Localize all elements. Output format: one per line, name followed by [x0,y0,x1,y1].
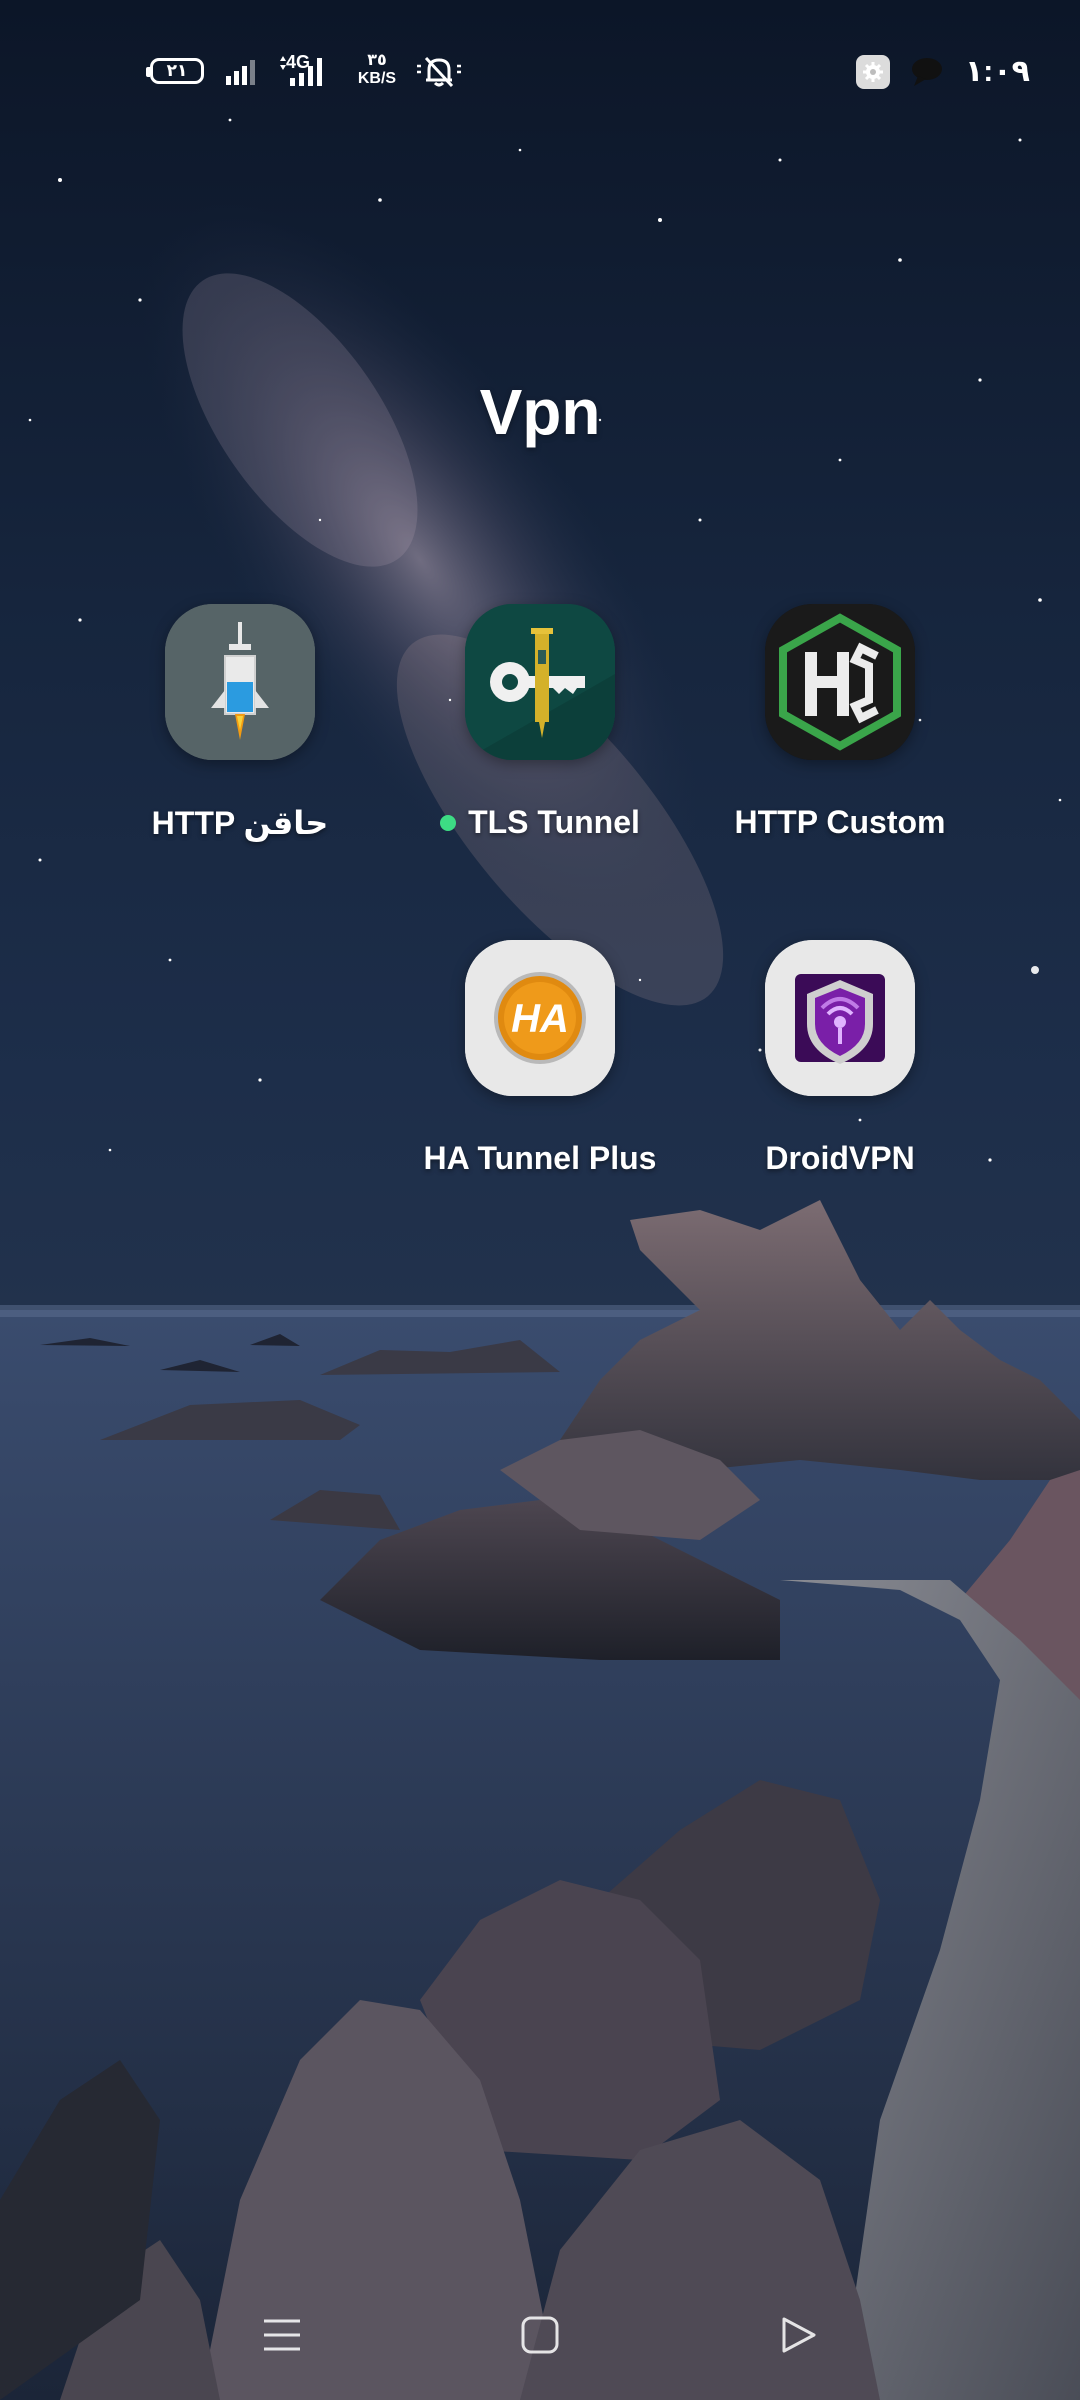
back-button[interactable] [768,2308,828,2362]
recents-button[interactable] [252,2308,312,2362]
speed-value: ٣٥ [367,52,387,69]
gear-icon [856,55,890,89]
app-ha-tunnel-plus[interactable]: HA HA Tunnel Plus [390,940,690,1177]
app-label: HA Tunnel Plus [390,1140,690,1177]
app-label-text: HA Tunnel Plus [423,1140,657,1176]
app-tls-tunnel[interactable]: TLS Tunnel [390,604,690,841]
http-custom-icon [765,604,915,760]
clock: ١:٠٩ [965,55,1030,88]
home-screen: ٢١ 4G ٣٥ KB/S ١:٠٩ Vpn HTTP حاقن TLS Tun… [0,0,1080,2400]
app-label-text: TLS Tunnel [468,804,640,840]
app-droidvpn[interactable]: DroidVPN [690,940,990,1177]
home-icon [521,2316,559,2354]
app-http-custom[interactable]: HTTP Custom [690,604,990,841]
tls-tunnel-icon [465,604,615,760]
chat-bubble-icon [912,58,942,86]
svg-text:HA: HA [511,997,569,1041]
droidvpn-icon [765,940,915,1096]
signal-4g-icon: 4G [278,52,334,88]
speed-unit: KB/S [357,70,397,87]
navigation-bar [0,2300,1080,2370]
network-speed: ٣٥ KB/S [352,52,402,88]
app-http-injector[interactable]: HTTP حاقن [90,604,390,842]
battery-level: ٢١ [166,61,188,80]
battery-icon: ٢١ [146,58,204,84]
new-install-dot [440,814,457,831]
folder-title[interactable]: Vpn [0,375,1080,449]
bell-muted-icon [417,56,461,88]
app-label: TLS Tunnel [390,804,690,841]
signal-icon [226,60,255,85]
ha-tunnel-icon: HA [465,940,615,1096]
app-label: DroidVPN [690,1140,990,1177]
wallpaper [0,118,1080,2400]
home-button[interactable] [510,2308,570,2362]
menu-icon [264,2319,300,2351]
app-label-text: DroidVPN [765,1140,915,1176]
app-label-text: HTTP حاقن [151,805,329,841]
http-injector-icon [165,604,315,760]
status-bar: ٢١ 4G ٣٥ KB/S ١:٠٩ [0,40,1080,100]
app-label: HTTP حاقن [90,804,390,842]
app-label: HTTP Custom [690,804,990,841]
app-label-text: HTTP Custom [734,804,946,840]
back-icon [782,2317,816,2353]
